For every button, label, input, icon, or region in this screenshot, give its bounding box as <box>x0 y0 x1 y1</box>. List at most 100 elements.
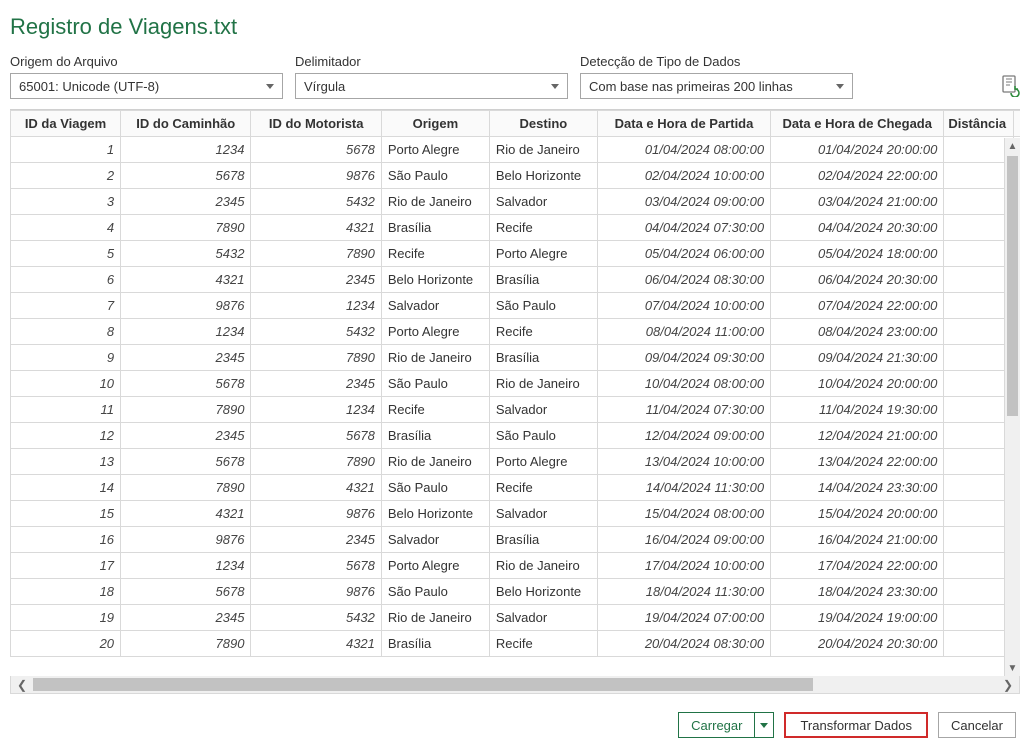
cell-dest: Recife <box>489 475 597 501</box>
cell-dep: 12/04/2024 09:00:00 <box>597 423 770 449</box>
col-header: Data e Hora de Chegada <box>771 111 944 137</box>
cell-dep: 07/04/2024 10:00:00 <box>597 293 770 319</box>
cell-id: 10 <box>11 371 121 397</box>
cell-dep: 01/04/2024 08:00:00 <box>597 137 770 163</box>
cell-id: 16 <box>11 527 121 553</box>
refresh-icon[interactable] <box>1000 75 1020 97</box>
transform-data-button[interactable]: Transformar Dados <box>784 712 928 738</box>
cell-orig: São Paulo <box>381 371 489 397</box>
file-origin-label: Origem do Arquivo <box>10 54 283 69</box>
cell-driver: 9876 <box>251 579 381 605</box>
cell-truck: 2345 <box>121 605 251 631</box>
cell-truck: 4321 <box>121 267 251 293</box>
cell-truck: 1234 <box>121 137 251 163</box>
cell-dist <box>944 553 1013 579</box>
data-type-detect-dropdown[interactable]: Com base nas primeiras 200 linhas <box>580 73 853 99</box>
file-origin-dropdown[interactable]: 65001: Unicode (UTF-8) <box>10 73 283 99</box>
cell-driver: 9876 <box>251 163 381 189</box>
cell-truck: 5678 <box>121 579 251 605</box>
cell-truck: 1234 <box>121 319 251 345</box>
cell-id: 7 <box>11 293 121 319</box>
cell-orig: Salvador <box>381 293 489 319</box>
vertical-scroll-thumb[interactable] <box>1007 156 1018 416</box>
delimiter-dropdown[interactable]: Vírgula <box>295 73 568 99</box>
cell-driver: 5432 <box>251 319 381 345</box>
scroll-left-arrow-icon[interactable]: ❮ <box>11 678 33 692</box>
table-row: 1178901234RecifeSalvador11/04/2024 07:30… <box>11 397 1021 423</box>
cell-truck: 7890 <box>121 631 251 657</box>
cell-orig: Rio de Janeiro <box>381 449 489 475</box>
cell-dep: 11/04/2024 07:30:00 <box>597 397 770 423</box>
cell-arr: 09/04/2024 21:30:00 <box>771 345 944 371</box>
cell-dist <box>944 215 1013 241</box>
dialog-footer: Carregar Transformar Dados Cancelar <box>10 694 1020 750</box>
col-header: Data e Hora de Partida <box>597 111 770 137</box>
cell-id: 13 <box>11 449 121 475</box>
cell-id: 4 <box>11 215 121 241</box>
delimiter-label: Delimitador <box>295 54 568 69</box>
cell-dest: Salvador <box>489 189 597 215</box>
table-row: 1856789876São PauloBelo Horizonte18/04/2… <box>11 579 1021 605</box>
cell-orig: Rio de Janeiro <box>381 189 489 215</box>
delimiter-value: Vírgula <box>304 79 345 94</box>
col-header: ID do Motorista <box>251 111 381 137</box>
load-button-caret[interactable] <box>755 713 773 737</box>
col-header: ID do Caminhão <box>121 111 251 137</box>
cell-orig: São Paulo <box>381 163 489 189</box>
cell-id: 19 <box>11 605 121 631</box>
table-row: 323455432Rio de JaneiroSalvador03/04/202… <box>11 189 1021 215</box>
cell-id: 12 <box>11 423 121 449</box>
cell-dep: 19/04/2024 07:00:00 <box>597 605 770 631</box>
cell-driver: 5678 <box>251 553 381 579</box>
cell-id: 6 <box>11 267 121 293</box>
cell-dist <box>944 267 1013 293</box>
table-row: 112345678Porto AlegreRio de Janeiro01/04… <box>11 137 1021 163</box>
cell-arr: 05/04/2024 18:00:00 <box>771 241 944 267</box>
cell-dist <box>944 293 1013 319</box>
col-header: Destino <box>489 111 597 137</box>
cell-dest: Brasília <box>489 527 597 553</box>
vertical-scrollbar[interactable]: ▲ ▼ <box>1004 138 1020 676</box>
cell-id: 11 <box>11 397 121 423</box>
cancel-button[interactable]: Cancelar <box>938 712 1016 738</box>
load-button[interactable]: Carregar <box>679 713 755 737</box>
cell-dist <box>944 189 1013 215</box>
cell-orig: São Paulo <box>381 475 489 501</box>
cell-dest: Belo Horizonte <box>489 163 597 189</box>
cell-id: 20 <box>11 631 121 657</box>
scroll-up-arrow-icon[interactable]: ▲ <box>1005 138 1020 154</box>
cell-orig: Porto Alegre <box>381 137 489 163</box>
horizontal-scroll-thumb[interactable] <box>33 678 813 691</box>
scroll-down-arrow-icon[interactable]: ▼ <box>1005 660 1020 676</box>
data-type-detect-label: Detecção de Tipo de Dados <box>580 54 853 69</box>
cell-dist <box>944 605 1013 631</box>
cell-driver: 5678 <box>251 423 381 449</box>
cell-id: 17 <box>11 553 121 579</box>
horizontal-scrollbar[interactable]: ❮ ❯ <box>10 676 1020 694</box>
scroll-right-arrow-icon[interactable]: ❯ <box>997 678 1019 692</box>
col-header: Origem <box>381 111 489 137</box>
cell-arr: 03/04/2024 21:00:00 <box>771 189 944 215</box>
cell-driver: 4321 <box>251 631 381 657</box>
cell-arr: 16/04/2024 21:00:00 <box>771 527 944 553</box>
cell-id: 8 <box>11 319 121 345</box>
cell-dest: Porto Alegre <box>489 241 597 267</box>
cell-orig: Belo Horizonte <box>381 267 489 293</box>
horizontal-scroll-track[interactable] <box>33 676 997 693</box>
cell-dist <box>944 579 1013 605</box>
cell-truck: 7890 <box>121 215 251 241</box>
data-type-detect-value: Com base nas primeiras 200 linhas <box>589 79 793 94</box>
cell-driver: 4321 <box>251 475 381 501</box>
cell-arr: 17/04/2024 22:00:00 <box>771 553 944 579</box>
cell-dep: 18/04/2024 11:30:00 <box>597 579 770 605</box>
cell-dist <box>944 163 1013 189</box>
cell-orig: Recife <box>381 397 489 423</box>
cell-arr: 18/04/2024 23:30:00 <box>771 579 944 605</box>
cell-dest: Recife <box>489 319 597 345</box>
cell-dist <box>944 631 1013 657</box>
cell-truck: 5678 <box>121 449 251 475</box>
col-header-scroll-spacer <box>1013 111 1020 137</box>
cell-id: 3 <box>11 189 121 215</box>
cell-dist <box>944 345 1013 371</box>
cell-truck: 5432 <box>121 241 251 267</box>
